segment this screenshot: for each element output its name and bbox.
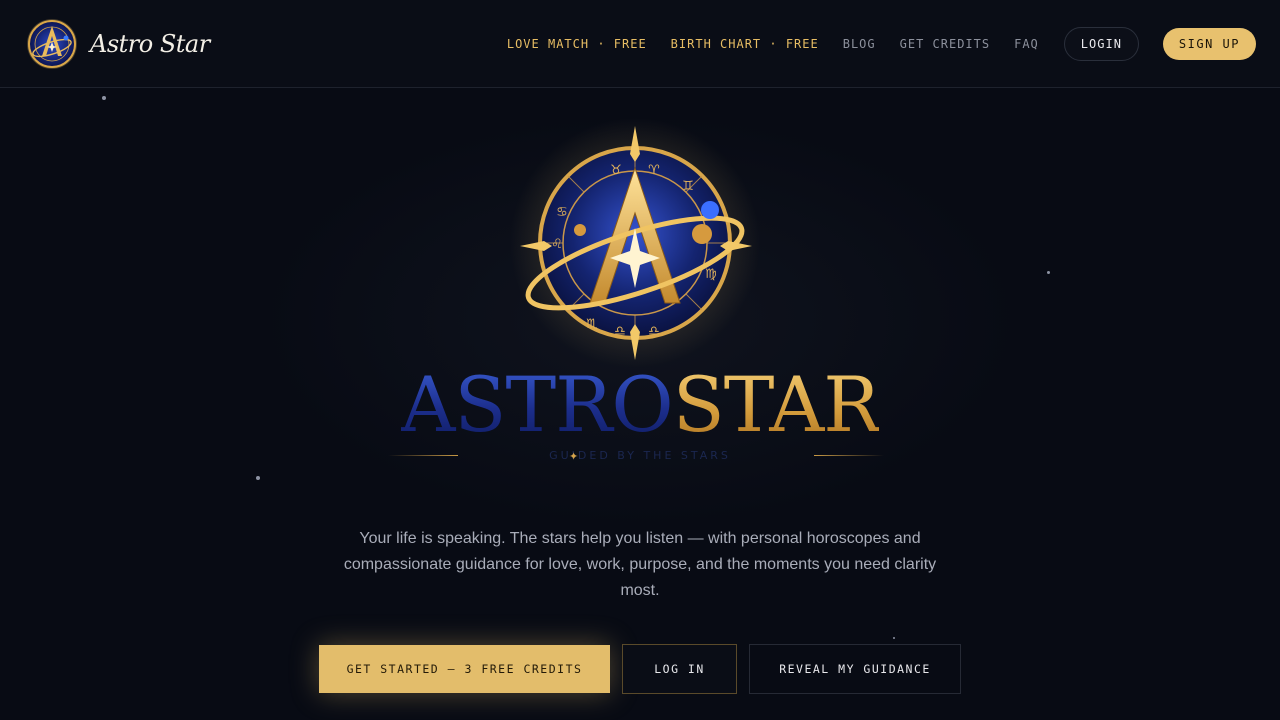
wordmark-tagline: GUIDED BY THE STARS xyxy=(549,449,731,462)
star-dot xyxy=(1047,271,1050,274)
log-in-button[interactable]: LOG IN xyxy=(622,644,737,694)
star-dot xyxy=(102,96,106,100)
svg-text:♎: ♎ xyxy=(614,324,626,339)
brand-logo-link[interactable]: Astro Star xyxy=(24,16,210,72)
wordmark-star: STAR xyxy=(672,360,881,449)
svg-text:♌: ♌ xyxy=(551,237,563,252)
svg-text:♉: ♉ xyxy=(610,163,622,178)
astro-star-emblem-icon xyxy=(27,19,77,69)
top-nav-bar: Astro Star LOVE MATCH · FREE BIRTH CHART… xyxy=(0,0,1280,88)
cta-row: GET STARTED — 3 FREE CREDITS LOG IN REVE… xyxy=(319,644,961,694)
svg-text:♍: ♍ xyxy=(705,267,717,282)
main-nav: LOVE MATCH · FREE BIRTH CHART · FREE BLO… xyxy=(507,27,1256,61)
nav-get-credits[interactable]: GET CREDITS xyxy=(900,37,990,51)
signup-button[interactable]: SIGN UP xyxy=(1162,28,1256,60)
star-dot xyxy=(256,476,260,480)
wordmark-title: ASTROSTAR xyxy=(384,360,896,450)
svg-text:♎: ♎ xyxy=(648,324,660,339)
nav-birth-chart[interactable]: BIRTH CHART · FREE xyxy=(671,37,819,51)
hero-lead-text: Your life is speaking. The stars help yo… xyxy=(343,530,937,599)
sparkle-icon: ✦ xyxy=(569,451,579,463)
svg-text:♊: ♊ xyxy=(682,179,694,194)
reveal-guidance-button[interactable]: REVEAL MY GUIDANCE xyxy=(749,644,961,694)
svg-text:♏: ♏ xyxy=(586,317,598,332)
star-dot xyxy=(893,637,895,639)
get-started-button[interactable]: GET STARTED — 3 FREE CREDITS xyxy=(319,645,610,693)
brand-name: Astro Star xyxy=(90,30,210,58)
svg-text:♈: ♈ xyxy=(648,163,660,178)
nav-faq[interactable]: FAQ xyxy=(1014,37,1039,51)
nav-love-match[interactable]: LOVE MATCH · FREE xyxy=(507,37,647,51)
login-button[interactable]: LOGIN xyxy=(1063,27,1139,61)
zodiac-emblem-icon: ♉ ♈ ♊ ♋ ♌ ♍ ♏ ♎ ♎ xyxy=(510,118,760,368)
hero-wordmark: ASTROSTAR GUIDED BY THE STARS xyxy=(384,360,896,470)
nav-blog[interactable]: BLOG xyxy=(843,37,876,51)
wordmark-astro: ASTRO xyxy=(400,360,674,449)
svg-text:♋: ♋ xyxy=(556,205,568,220)
